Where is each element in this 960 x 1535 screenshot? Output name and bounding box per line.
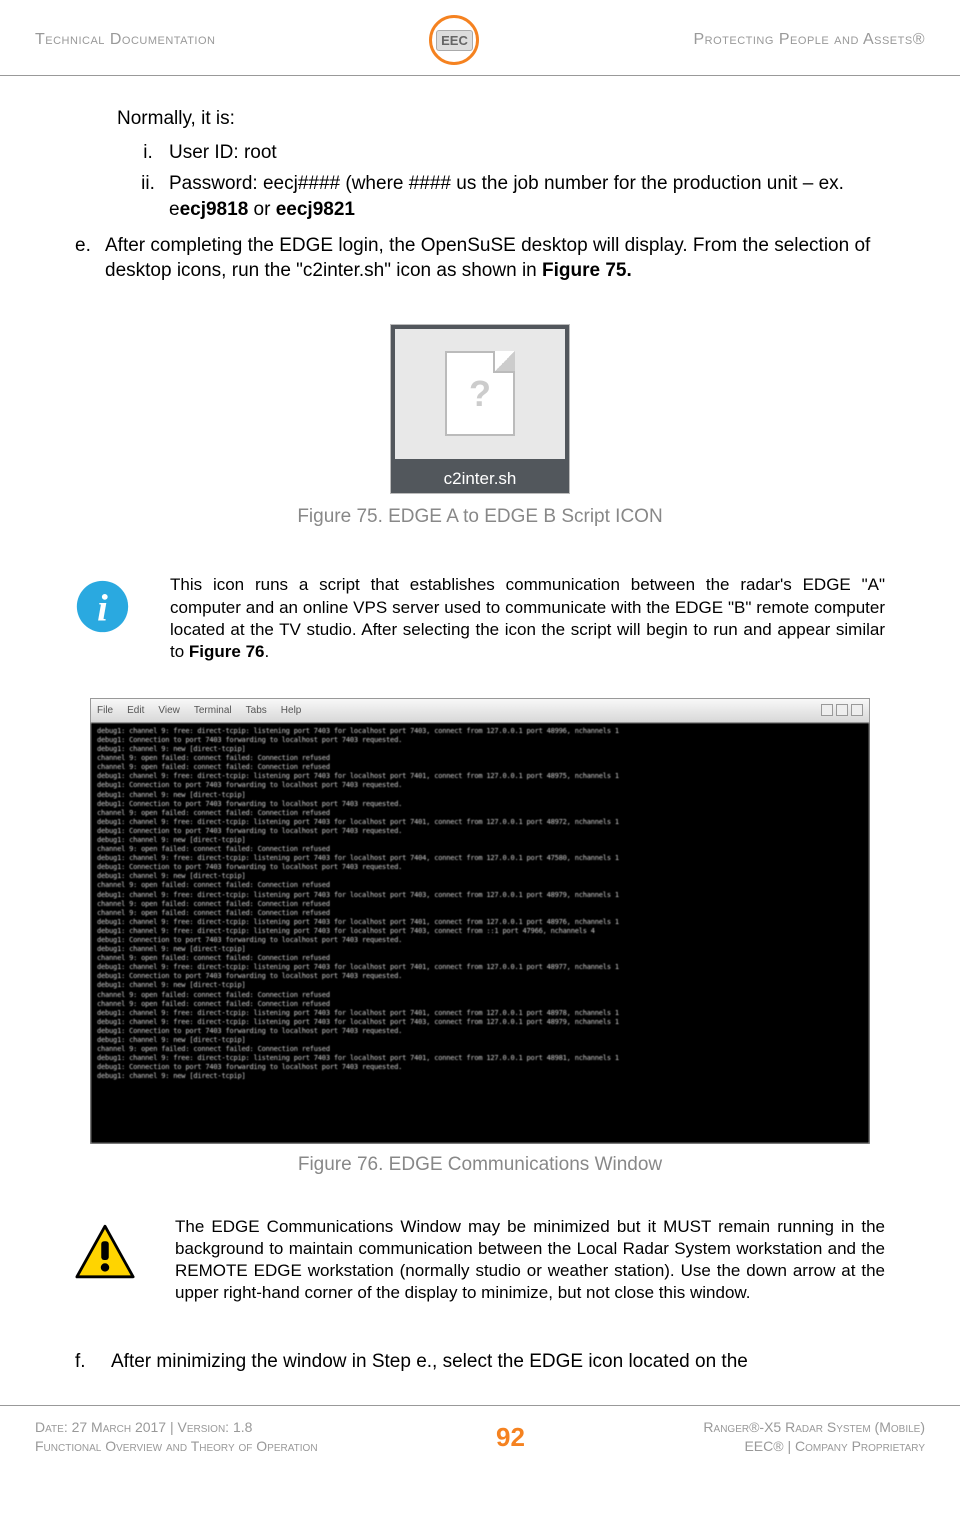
terminal-menubar: File Edit View Terminal Tabs Help — [97, 705, 301, 716]
intro-text: Normally, it is: — [117, 106, 885, 132]
alpha-list: e. After completing the EDGE login, the … — [75, 233, 885, 284]
header-right: Protecting People and Assets® — [693, 31, 925, 49]
document-icon: ? — [445, 351, 515, 436]
figure-caption: Figure 75. EDGE A to EDGE B Script ICON — [75, 504, 885, 530]
close-button[interactable] — [851, 704, 863, 716]
menu-terminal[interactable]: Terminal — [194, 705, 232, 716]
content-continued: f. After minimizing the window in Step e… — [0, 1339, 960, 1375]
info-note: i This icon runs a script that establish… — [0, 574, 960, 662]
item-text: After completing the EDGE login, the Ope… — [105, 233, 885, 284]
menu-tabs[interactable]: Tabs — [246, 705, 267, 716]
footer-left: Date: 27 March 2017 | Version: 1.8 Funct… — [35, 1418, 318, 1457]
info-text: This icon runs a script that establishes… — [170, 574, 885, 662]
list-item: f. After minimizing the window in Step e… — [75, 1349, 885, 1375]
page-footer: Date: 27 March 2017 | Version: 1.8 Funct… — [0, 1405, 960, 1482]
terminal-titlebar: File Edit View Terminal Tabs Help — [91, 699, 869, 723]
terminal-window: File Edit View Terminal Tabs Help debug1… — [90, 698, 870, 1144]
warning-note: The EDGE Communications Window may be mi… — [0, 1216, 960, 1304]
marker: f. — [75, 1349, 111, 1375]
footer-right: Ranger®-X5 Radar System (Mobile) EEC® | … — [703, 1418, 925, 1457]
menu-file[interactable]: File — [97, 705, 113, 716]
figure-75: ? c2inter.sh Figure 75. EDGE A to EDGE B… — [75, 324, 885, 530]
list-item: ii. Password: eecj#### (where #### us th… — [127, 171, 885, 222]
maximize-button[interactable] — [836, 704, 848, 716]
desktop-icon-thumb: ? c2inter.sh — [390, 324, 570, 494]
logo-icon: EEC — [429, 15, 479, 65]
item-text: Password: eecj#### (where #### us the jo… — [169, 171, 885, 222]
marker: e. — [75, 233, 105, 284]
page-header: Technical Documentation EEC Protecting P… — [0, 0, 960, 76]
content-area: Normally, it is: i. User ID: root ii. Pa… — [0, 76, 960, 529]
thumb-label: c2inter.sh — [395, 459, 565, 491]
roman-list: i. User ID: root ii. Password: eecj#### … — [127, 140, 885, 223]
thumb-inner: ? — [395, 329, 565, 459]
warning-icon — [75, 1224, 135, 1279]
menu-help[interactable]: Help — [281, 705, 302, 716]
list-item: i. User ID: root — [127, 140, 885, 166]
list-item: e. After completing the EDGE login, the … — [75, 233, 885, 284]
menu-view[interactable]: View — [158, 705, 180, 716]
window-controls — [821, 704, 863, 716]
header-left: Technical Documentation — [35, 31, 215, 49]
item-text: User ID: root — [169, 140, 885, 166]
svg-text:i: i — [97, 588, 108, 630]
figure-76: File Edit View Terminal Tabs Help debug1… — [0, 698, 960, 1176]
alpha-list-f: f. After minimizing the window in Step e… — [75, 1349, 885, 1375]
minimize-button[interactable] — [821, 704, 833, 716]
marker: ii. — [127, 171, 169, 222]
terminal-output: debug1: channel 9: free: direct-tcpip: l… — [91, 723, 869, 1143]
menu-edit[interactable]: Edit — [127, 705, 144, 716]
figure-caption: Figure 76. EDGE Communications Window — [0, 1154, 960, 1176]
marker: i. — [127, 140, 169, 166]
warning-text: The EDGE Communications Window may be mi… — [175, 1216, 885, 1304]
question-mark-icon: ? — [469, 370, 491, 419]
info-icon: i — [75, 579, 130, 634]
page-number: 92 — [496, 1422, 525, 1453]
item-text: After minimizing the window in Step e., … — [111, 1349, 885, 1375]
